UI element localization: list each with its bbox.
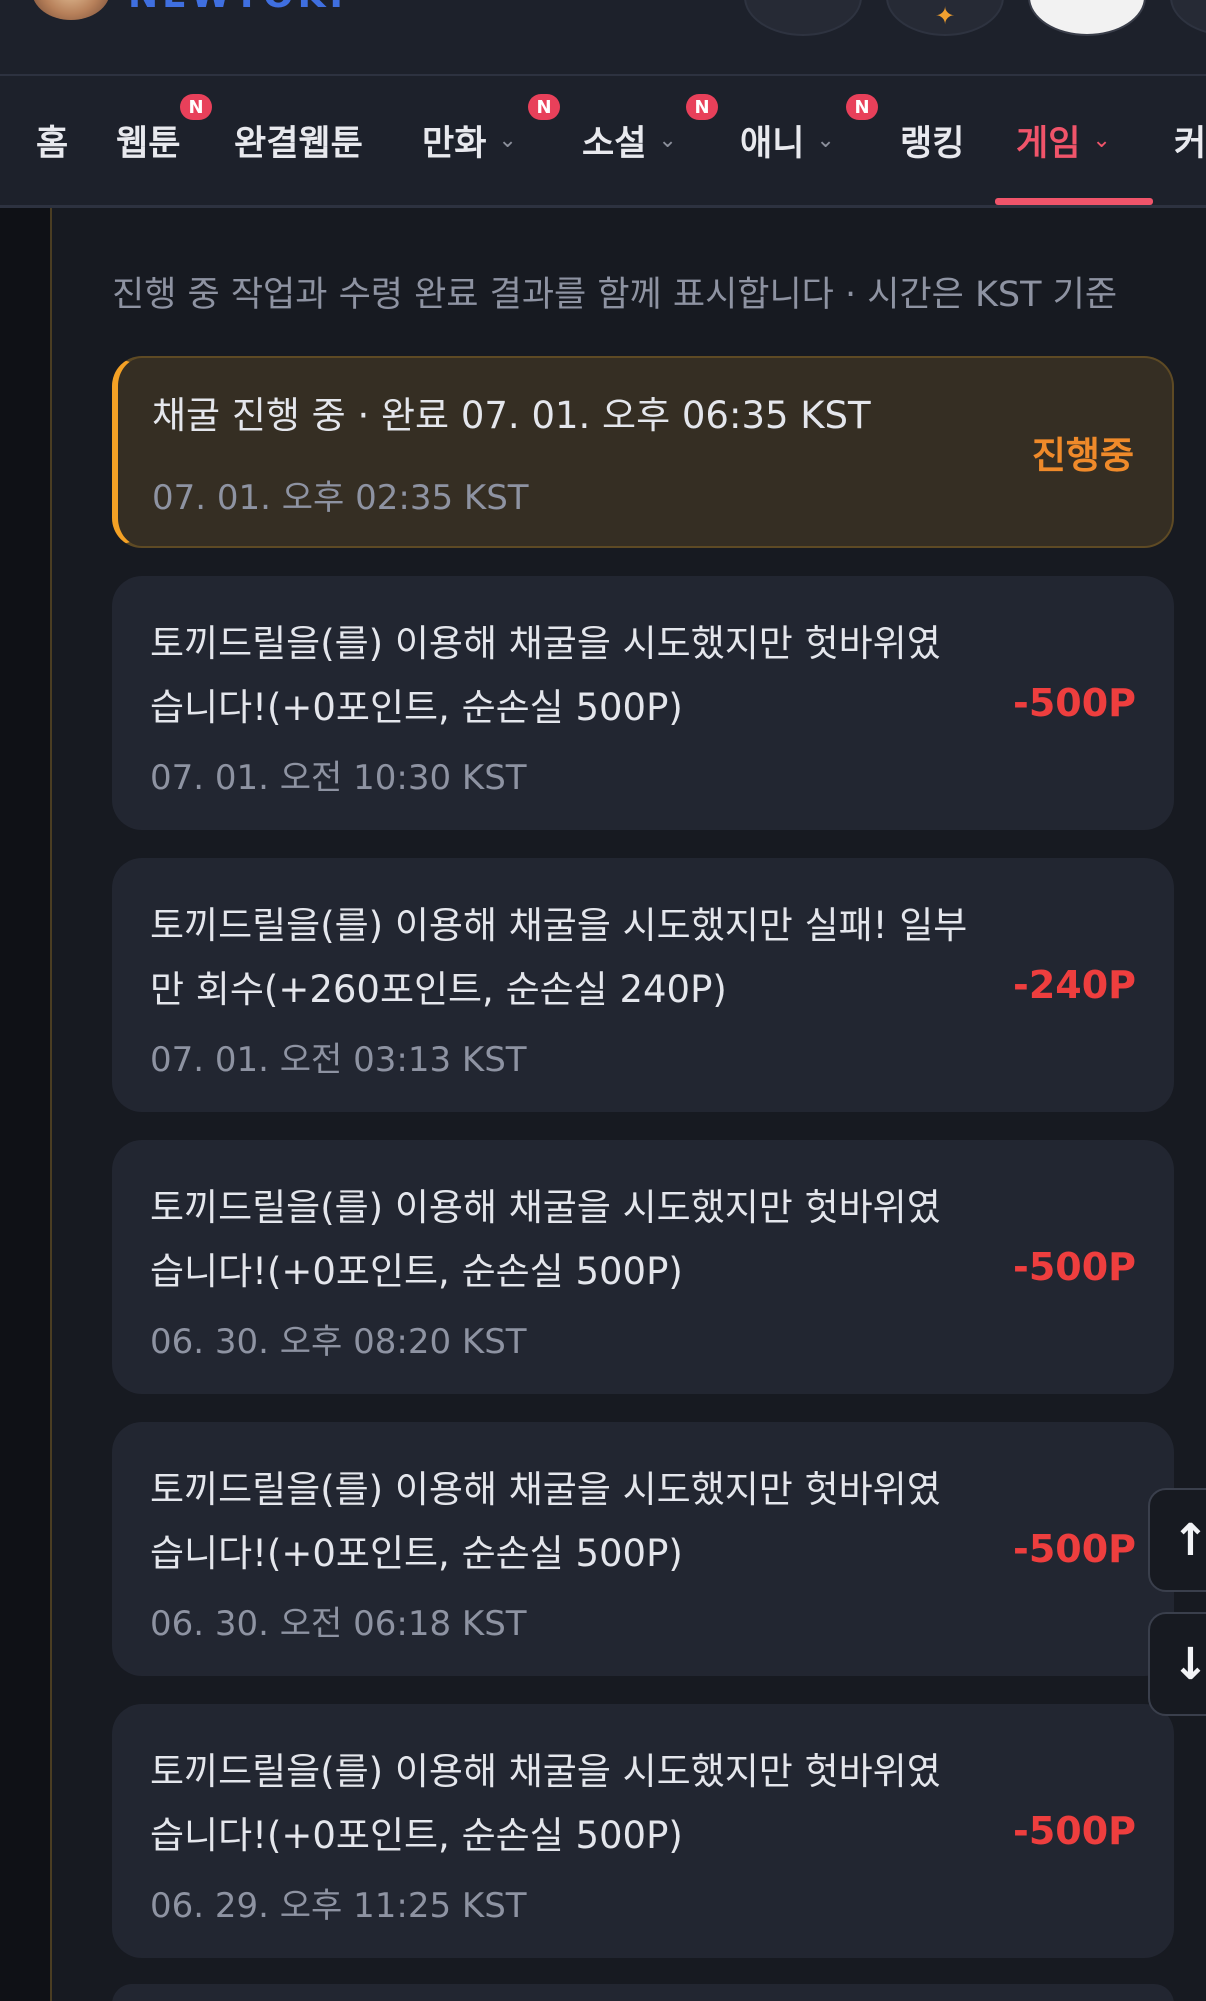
nav-item-completed-webtoon[interactable]: 완결웹툰 (234, 76, 363, 205)
entry-text: 토끼드릴을(를) 이용해 채굴을 시도했지만 헛바위였습니다!(+0포인트, 순… (150, 622, 941, 729)
new-badge: N (846, 94, 878, 120)
new-badge: N (180, 94, 212, 120)
entry-time: 07. 01. 오후 02:35 KST (152, 478, 529, 518)
nav-label: 완결웹툰 (234, 124, 363, 164)
entry-time: 07. 01. 오전 10:30 KST (150, 758, 527, 798)
nav-item-home[interactable]: 홈 (36, 76, 68, 205)
entry-time: 06. 30. 오후 08:20 KST (150, 1322, 527, 1362)
nav-label: 소설 (582, 124, 647, 164)
fire-icon[interactable]: ✦ (886, 0, 1004, 36)
active-tab-indicator (995, 198, 1153, 205)
nav-item-ranking[interactable]: 랭킹 (900, 76, 964, 205)
entry-text: 토끼드릴을(를) 이용해 채굴을 시도했지만 헛바위였습니다!(+0포인트, 순… (150, 1750, 941, 1857)
nav-label: 홈 (36, 124, 69, 164)
main-nav: 홈 웹툰 N 완결웹툰 만화 ⌄ N 소설 ⌄ N 애니 ⌄ N 랭킹 게임 ⌄ (0, 74, 1206, 208)
history-entry: 토끼드릴을(를) 이용해 채굴을 시도했지만 헛바위였습니다!(+0포인트, 순… (112, 1140, 1174, 1394)
entry-amount: -500P (1013, 1245, 1136, 1289)
menu-icon[interactable] (1170, 0, 1206, 36)
nav-item-community[interactable]: 커 (1174, 76, 1206, 205)
new-badge: N (528, 94, 560, 120)
history-entry: 토끼드릴을(를) 이용해 채굴을 시도했지만 헛바위였습니다!(+0포인트, 순… (112, 576, 1174, 830)
entry-amount: -240P (1013, 963, 1136, 1007)
entry-text: 토끼드릴을(를) 이용해 채굴을 시도했지만 헛바위였습니다!(+0포인트, 순… (150, 1186, 941, 1293)
history-subtitle: 진행 중 작업과 수령 완료 결과를 함께 표시합니다 · 시간은 KST 기준 (112, 275, 1118, 315)
scroll-down-button[interactable]: ↓ (1148, 1612, 1206, 1716)
chevron-down-icon: ⌄ (1092, 128, 1111, 153)
nav-label: 만화 (422, 124, 487, 164)
entry-time: 06. 30. 오전 06:18 KST (150, 1604, 527, 1644)
history-entry: 토끼드릴을(를) 이용해 채굴을 시도했지만 헛바위였습니다!(+0포인트, 순… (112, 1422, 1174, 1676)
entry-text: 채굴 진행 중 · 완료 07. 01. 오후 06:35 KST (152, 394, 871, 437)
nav-item-novel[interactable]: 소설 ⌄ (582, 76, 677, 205)
entry-time: 07. 01. 오전 03:13 KST (150, 1040, 527, 1080)
status-badge: 진행중 (1031, 434, 1134, 477)
logo-avatar[interactable] (32, 0, 110, 20)
nav-label: 랭킹 (900, 124, 965, 164)
new-badge: N (686, 94, 718, 120)
entry-amount: -500P (1013, 1809, 1136, 1853)
entry-text: 토끼드릴을(를) 이용해 채굴을 시도했지만 헛바위였습니다!(+0포인트, 순… (150, 1468, 941, 1575)
nav-item-manga[interactable]: 만화 ⌄ (422, 76, 517, 205)
entry-time: 06. 29. 오후 11:25 KST (150, 1886, 527, 1926)
chevron-down-icon: ⌄ (498, 128, 517, 153)
scroll-up-button[interactable]: ↑ (1148, 1488, 1206, 1592)
nav-item-webtoon[interactable]: 웹툰 (116, 76, 180, 205)
top-bar: NEWTOKI ✦ (0, 0, 1206, 74)
arrow-up-icon: ↑ (1172, 1514, 1206, 1566)
nav-label: 애니 (740, 124, 805, 164)
chevron-down-icon: ⌄ (816, 128, 835, 153)
user-avatar[interactable] (1028, 0, 1146, 36)
search-icon[interactable] (744, 0, 862, 36)
history-entry: 토끼드릴을(를) 이용해 채굴을 시도했지만 실패! 일부만 회수(+260포인… (112, 858, 1174, 1112)
arrow-down-icon: ↓ (1172, 1638, 1206, 1690)
history-entry (112, 1984, 1174, 2001)
page: NEWTOKI ✦ 홈 웹툰 N 완결웹툰 만화 ⌄ N 소설 ⌄ N 애니 ⌄ (0, 0, 1206, 2001)
entry-text: 토끼드릴을(를) 이용해 채굴을 시도했지만 실패! 일부만 회수(+260포인… (150, 904, 968, 1011)
site-logo[interactable]: NEWTOKI (128, 0, 384, 10)
nav-item-game[interactable]: 게임 ⌄ (1016, 76, 1111, 205)
nav-label: 커 (1174, 124, 1206, 164)
nav-label: 웹툰 (116, 124, 181, 164)
nav-label: 게임 (1016, 124, 1081, 164)
entry-amount: -500P (1013, 1527, 1136, 1571)
history-entry: 토끼드릴을(를) 이용해 채굴을 시도했지만 헛바위였습니다!(+0포인트, 순… (112, 1704, 1174, 1958)
nav-item-anime[interactable]: 애니 ⌄ (740, 76, 835, 205)
entry-amount: -500P (1013, 681, 1136, 725)
chevron-down-icon: ⌄ (658, 128, 677, 153)
sidebar-strip (0, 208, 52, 2001)
history-entry-in-progress: 채굴 진행 중 · 완료 07. 01. 오후 06:35 KST 07. 01… (112, 356, 1174, 548)
